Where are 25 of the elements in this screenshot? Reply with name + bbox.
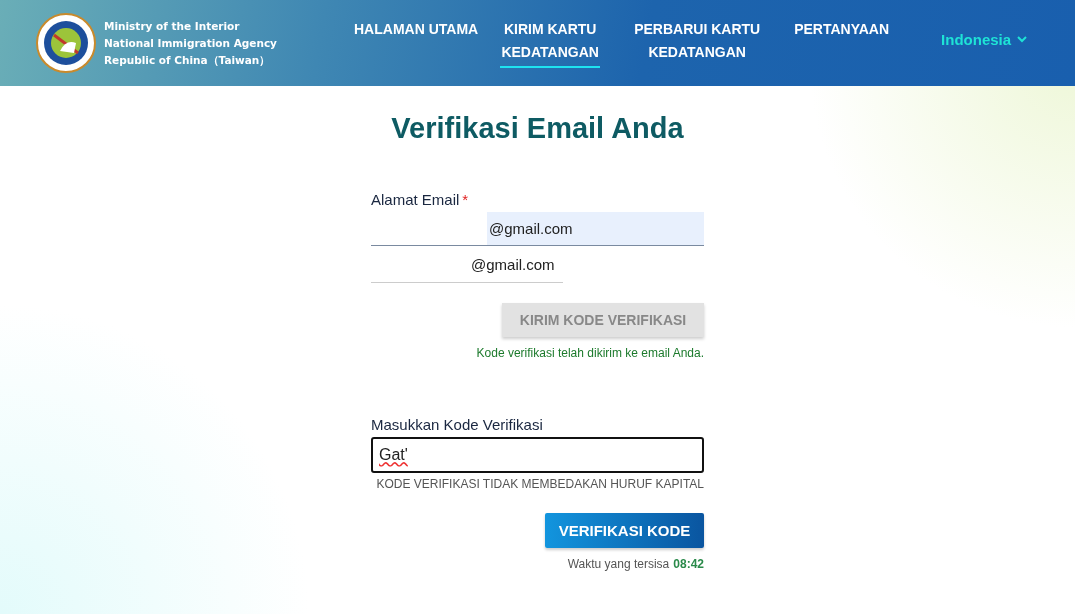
agency-emblem-icon xyxy=(36,13,96,73)
agency-name: National Immigration Agency xyxy=(104,35,277,51)
timer-label: Waktu yang tersisa xyxy=(567,557,670,571)
success-message: Kode verifikasi telah dikirim ke email Anda. xyxy=(475,346,704,360)
code-value: Gat' xyxy=(379,446,408,464)
nav-link[interactable]: PERBARUI KARTU KEDATANGAN xyxy=(622,18,773,68)
page-title: Verifikasi Email Anda xyxy=(391,112,684,145)
nav-link[interactable]: HALAMAN UTAMA xyxy=(354,18,479,45)
field-label: Alamat Email xyxy=(371,191,460,208)
code-input-field[interactable]: Gat' xyxy=(371,437,704,473)
agency-name: Ministry of the Interior xyxy=(104,18,241,34)
email-input-field[interactable]: @gmail.com xyxy=(371,212,704,246)
required-mark: * xyxy=(462,191,469,208)
email-value: @gmail.com xyxy=(489,220,573,237)
agency-name: Republic of China（Taiwan） xyxy=(104,52,272,68)
hint-text: KODE VERIFIKASI TIDAK MEMBEDAKAN HURUF KAPITAL xyxy=(375,477,704,491)
nav-link[interactable]: KIRIM KARTU KEDATANGAN xyxy=(500,18,601,68)
chevron-down-icon xyxy=(1017,35,1028,43)
verify-code-button[interactable]: VERIFIKASI KODE xyxy=(545,513,704,548)
language-dropdown[interactable]: Indonesia xyxy=(935,29,1034,49)
field-label: Masukkan Kode Verifikasi xyxy=(371,416,544,433)
email-value: @gmail.com xyxy=(471,255,555,273)
confirm-email-field[interactable]: @gmail.com xyxy=(371,246,563,283)
nav-link[interactable]: PERTANYAAN xyxy=(794,18,890,45)
timer-value: 08:42 xyxy=(673,557,704,571)
